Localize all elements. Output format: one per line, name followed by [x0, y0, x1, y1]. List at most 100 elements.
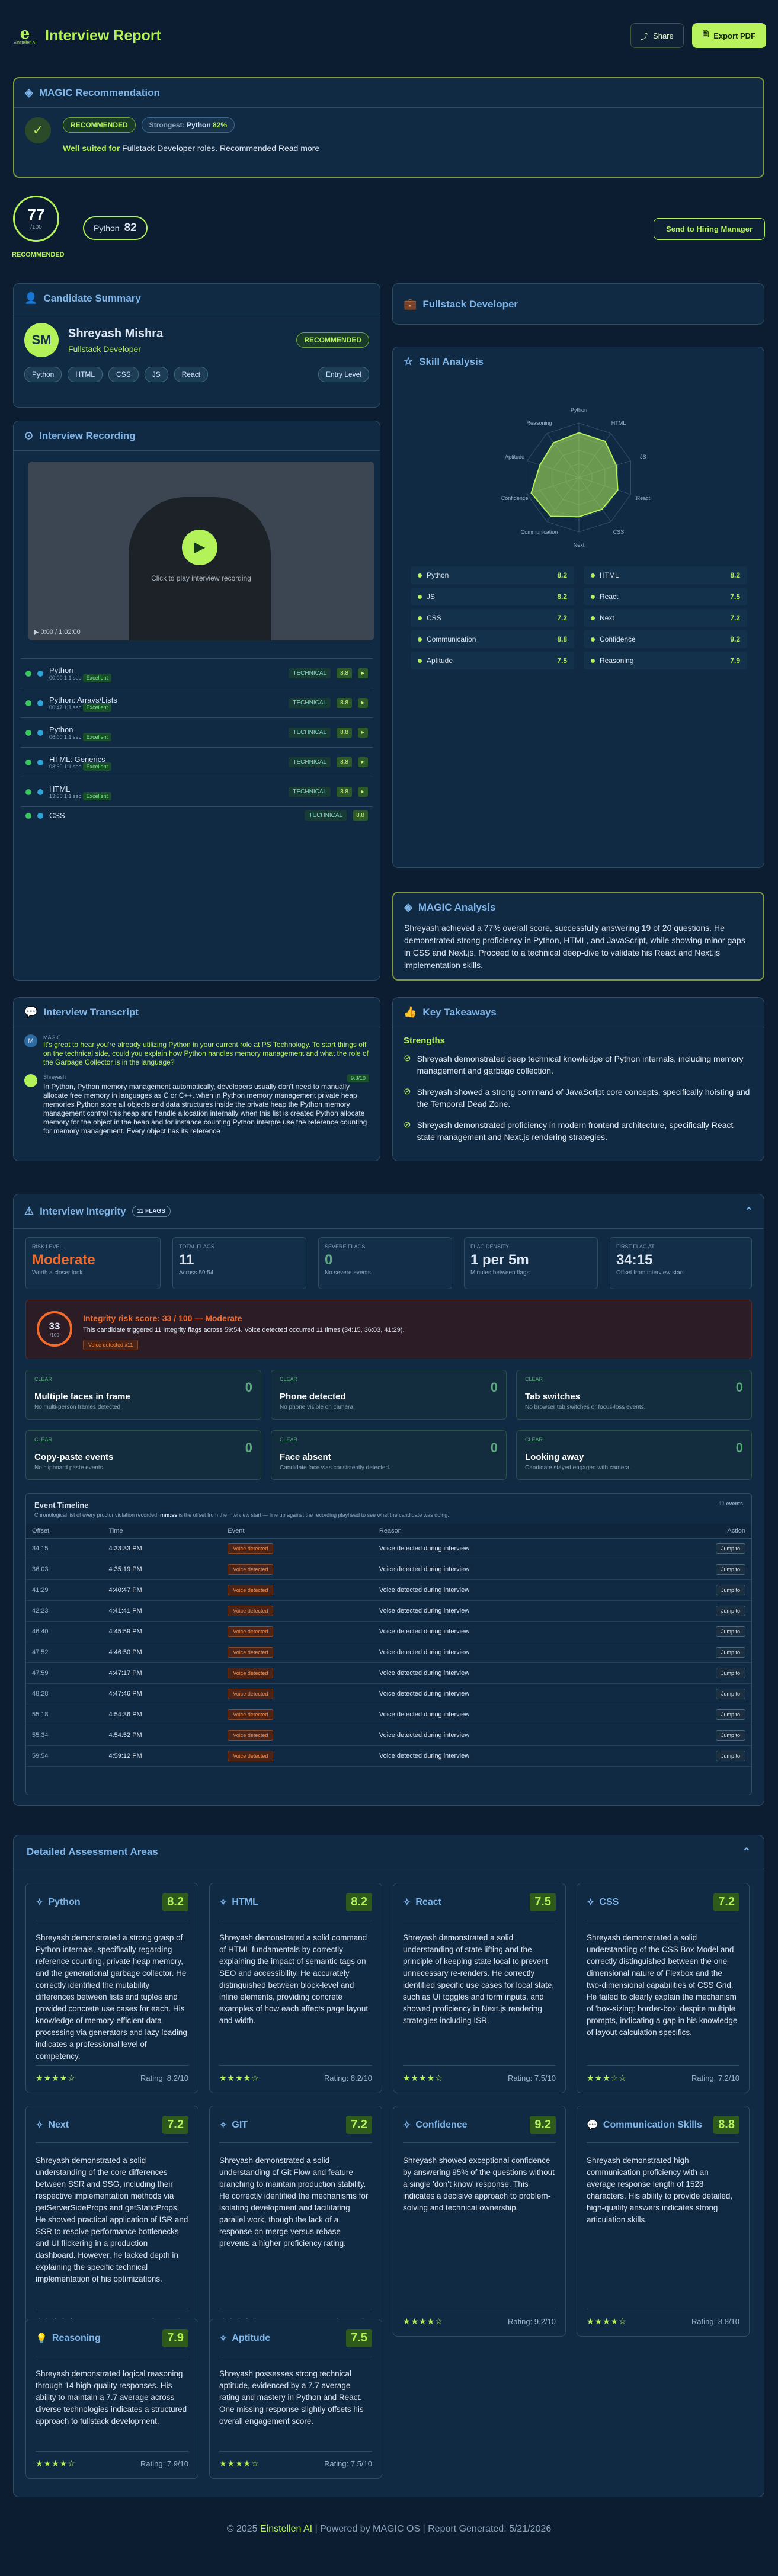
- skill-row: Python 8.2: [411, 566, 574, 584]
- jump-to-button[interactable]: Jump to: [715, 1689, 745, 1699]
- skill-tags: Python HTML CSS JS React Entry Level: [14, 367, 380, 382]
- question-list: Python 00:00 1:1 sec Excellent TECHNICAL 8.…: [14, 658, 380, 824]
- skill-row: Reasoning 7.9: [584, 652, 747, 669]
- skill-radar-chart: Python HTML JS React CSS Next Communication Con…: [501, 407, 651, 548]
- check-tab-switch: CLEAR Tab switches No browser tab switches…: [516, 1370, 752, 1420]
- video-player[interactable]: ▶ Click to play interview recording ▶ 0:…: [28, 462, 374, 640]
- skill-row: JS 8.2: [411, 588, 574, 605]
- jump-to-button[interactable]: Jump to: [715, 1626, 745, 1637]
- strongest-pill: Strongest: Python 82%: [141, 117, 235, 133]
- chat-icon: 💬: [24, 1006, 38, 1018]
- radar-label: CSS: [613, 529, 625, 535]
- event-row: 46:40 4:45:59 PM Voice detected Voice detec…: [26, 1621, 751, 1642]
- export-pdf-button[interactable]: 🗎 Export PDF: [691, 23, 766, 48]
- risk-score-panel: 33/100 Integrity risk score: 33 / 100 — …: [25, 1300, 752, 1359]
- stat-severe-flags: SEVERE FLAGS 0 No severe events: [318, 1237, 452, 1289]
- event-row: 48:28 4:47:46 PM Voice detected Voice detec…: [26, 1683, 751, 1704]
- event-table: Offset Time Event Reason Action 34:15 4:33:33…: [26, 1524, 751, 1767]
- magic-avatar-icon: M: [24, 1034, 37, 1047]
- event-row: 59:54 4:59:12 PM Voice detected Voice detec…: [26, 1745, 751, 1767]
- expand-icon[interactable]: ▸: [357, 668, 368, 678]
- logo: e Einstellen AI: [13, 24, 37, 45]
- skill-row: Communication 8.8: [411, 630, 574, 648]
- key-takeaways-card: 👍 Key Takeaways Strengths ⊘ Shreyash demon…: [392, 997, 764, 1161]
- question-item[interactable]: Python: Arrays/Lists 00:47 1:1 sec Excell…: [21, 688, 373, 717]
- takeaway-item: ⊘ Shreyash demonstrated proficiency in mo…: [404, 1120, 734, 1142]
- check-icon: ✓: [25, 117, 51, 143]
- jump-to-button[interactable]: Jump to: [715, 1751, 745, 1761]
- question-item[interactable]: HTML 13:30 1:1 sec Excellent TECHNICAL 8.8 ▸: [21, 777, 373, 806]
- jump-to-button[interactable]: Jump to: [715, 1585, 745, 1595]
- share-button[interactable]: ⤴ Share: [630, 23, 684, 48]
- chevron-up-icon[interactable]: ⌃: [745, 1206, 753, 1217]
- jump-to-button[interactable]: Jump to: [715, 1543, 745, 1554]
- skill-icon: ✧: [219, 2333, 228, 2344]
- jump-to-button[interactable]: Jump to: [715, 1564, 745, 1575]
- magic-analysis-card: ◈ MAGIC Analysis Shreyash achieved a 77% …: [392, 892, 764, 981]
- magic-recommendation-card: ◈ MAGIC Recommendation ✓ RECOMMENDED Stro…: [13, 77, 764, 178]
- event-row: 42:23 4:41:41 PM Voice detected Voice detec…: [26, 1600, 751, 1622]
- expand-icon[interactable]: ▸: [357, 728, 368, 738]
- question-item[interactable]: Python 06:00 1:1 sec Excellent TECHNICAL 8.…: [21, 717, 373, 747]
- candidate-role: Fullstack Developer: [68, 344, 141, 354]
- skill-row: Confidence 9.2: [584, 630, 747, 648]
- jump-to-button[interactable]: Jump to: [715, 1730, 745, 1741]
- detailed-assessment-card: Detailed Assessment Areas ⌃ ✧ Python 8.2 Shr…: [13, 1835, 764, 2497]
- stat-flag-density: FLAG DENSITY 1 per 5m Minutes between flag…: [464, 1237, 598, 1289]
- check-circle-icon: ⊘: [404, 1053, 411, 1063]
- analysis-text: Shreyash achieved a 77% overall score, s…: [404, 923, 745, 970]
- jump-to-button[interactable]: Jump to: [715, 1606, 745, 1616]
- check-circle-icon: ⊘: [404, 1087, 411, 1097]
- skill-tag: JS: [144, 367, 168, 382]
- skill-score-grid: Python 8.2 HTML 8.2 JS 8.2 React 7.5 CSS 7.2 Next 7…: [411, 566, 747, 673]
- risk-chip: Voice detected x11: [83, 1340, 139, 1350]
- takeaway-item: ⊘ Shreyash showed a strong command of Jav…: [404, 1087, 750, 1108]
- chevron-up-icon[interactable]: ⌃: [742, 1846, 751, 1858]
- skill-icon: ✧: [36, 2120, 44, 2130]
- event-row: 47:59 4:47:17 PM Voice detected Voice detec…: [26, 1662, 751, 1684]
- skill-row: React 7.5: [584, 588, 747, 605]
- footer: © 2025 Einstellen AI | Powered by MAGIC …: [226, 2524, 552, 2534]
- skill-analysis-card: ☆ Skill Analysis Python HTML JS React CSS Next…: [392, 347, 764, 868]
- briefcase-icon: 💼: [404, 298, 417, 310]
- skill-row: Aptitude 7.5: [411, 652, 574, 669]
- flags-badge: 11 FLAGS: [132, 1206, 171, 1217]
- recommended-badge: RECOMMENDED: [63, 117, 136, 133]
- question-item[interactable]: HTML: Generics 08:30 1:1 sec Excellent TEC…: [21, 747, 373, 777]
- radar-label: HTML: [611, 420, 626, 426]
- event-row: 55:18 4:54:36 PM Voice detected Voice detec…: [26, 1704, 751, 1725]
- header: e Einstellen AI Interview Report ⤴ Share 🗎…: [0, 0, 778, 71]
- check-copy-paste: CLEAR Copy-paste events No clipboard paste…: [25, 1430, 261, 1480]
- question-item[interactable]: Python 00:00 1:1 sec Excellent TECHNICAL 8.…: [21, 658, 373, 688]
- jump-to-button[interactable]: Jump to: [715, 1647, 745, 1658]
- risk-description: This candidate triggered 11 integrity fl…: [83, 1327, 405, 1334]
- skill-icon: ✧: [403, 1897, 411, 1908]
- assessment-card: ✧ Confidence 9.2 Shreyash showed exceptiona…: [393, 2106, 566, 2337]
- event-row: 47:52 4:46:50 PM Voice detected Voice detec…: [26, 1642, 751, 1663]
- expand-icon[interactable]: ▸: [357, 757, 368, 767]
- question-item[interactable]: CSS TECHNICAL 8.8: [21, 806, 373, 824]
- overall-score-ring: 77/100: [13, 196, 59, 242]
- report-page: e Einstellen AI Interview Report ⤴ Share 🗎…: [0, 0, 778, 2576]
- interview-recording-card: ⊙ Interview Recording ▶ Click to play int…: [13, 421, 380, 981]
- assessment-card: ✧ HTML 8.2 Shreyash demonstrated a solid co…: [209, 1883, 382, 2093]
- expand-icon[interactable]: ▸: [357, 787, 368, 797]
- brand: e Einstellen AI Interview Report: [12, 23, 161, 49]
- assessment-card: ✧ Next 7.2 Shreyash demonstrated a solid un…: [25, 2106, 198, 2337]
- expand-icon[interactable]: ▸: [357, 698, 368, 708]
- recommendation-summary: Well suited for Fullstack Developer role…: [63, 143, 320, 153]
- skill-icon: ✧: [219, 1897, 228, 1908]
- send-to-hiring-manager-button[interactable]: Send to Hiring Manager: [654, 218, 765, 240]
- jump-to-button[interactable]: Jump to: [715, 1668, 745, 1678]
- radar-label: Communication: [521, 529, 558, 535]
- candidate-recommended-badge: RECOMMENDED: [296, 332, 369, 348]
- layers-icon: ◈: [25, 86, 33, 98]
- event-row: 41:29 4:40:47 PM Voice detected Voice detec…: [26, 1579, 751, 1601]
- candidate-summary-card: 👤 Candidate Summary SM Shreyash Mishra Fu…: [13, 283, 380, 408]
- interview-integrity-card: ⚠ Interview Integrity 11 FLAGS ⌃ RISK LEVEL…: [13, 1194, 764, 1806]
- assessment-card: 💡 Reasoning 7.9 Shreyash demonstrated logic…: [25, 2319, 198, 2479]
- level-tag: Entry Level: [318, 367, 369, 382]
- event-row: 34:15 4:33:33 PM Voice detected Voice detec…: [26, 1538, 751, 1559]
- play-icon[interactable]: ▶: [182, 530, 217, 565]
- jump-to-button[interactable]: Jump to: [715, 1709, 745, 1720]
